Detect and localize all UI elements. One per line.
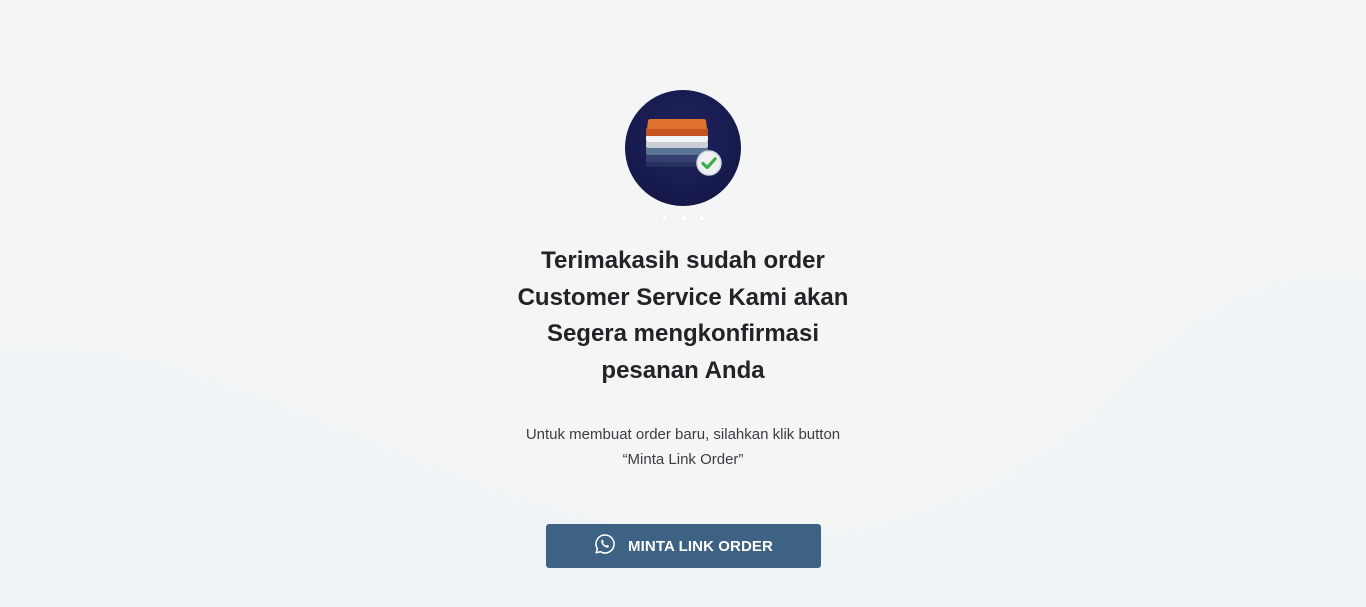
confirmation-title: Terimakasih sudah order Customer Service… [483, 243, 883, 389]
instruction-text: Untuk membuat order baru, silahkan klik … [483, 422, 883, 472]
order-confirmation-page: Terimakasih sudah order Customer Service… [0, 0, 1366, 607]
confirmation-title-line: pesanan Anda [601, 356, 765, 384]
carousel-dots [662, 216, 704, 222]
carousel-dot[interactable] [699, 216, 704, 221]
instruction-line: Untuk membuat order baru, silahkan klik … [525, 426, 841, 443]
instruction-line: “Minta Link Order” [622, 451, 744, 468]
carousel-dot[interactable] [680, 216, 686, 221]
carousel-dot[interactable] [662, 216, 667, 221]
confirmation-title-line: Terimakasih sudah order [541, 247, 825, 274]
confirmation-title-line: Customer Service Kami akan [517, 283, 849, 311]
folded-clothes-check-icon [646, 119, 722, 176]
order-success-illustration [625, 90, 741, 206]
whatsapp-icon [594, 533, 616, 555]
request-order-link-button[interactable]: MINTA LINK ORDER [546, 524, 821, 568]
request-order-link-label: MINTA LINK ORDER [628, 537, 773, 555]
confirmation-title-line: Segera mengkonfirmasi [546, 320, 820, 347]
